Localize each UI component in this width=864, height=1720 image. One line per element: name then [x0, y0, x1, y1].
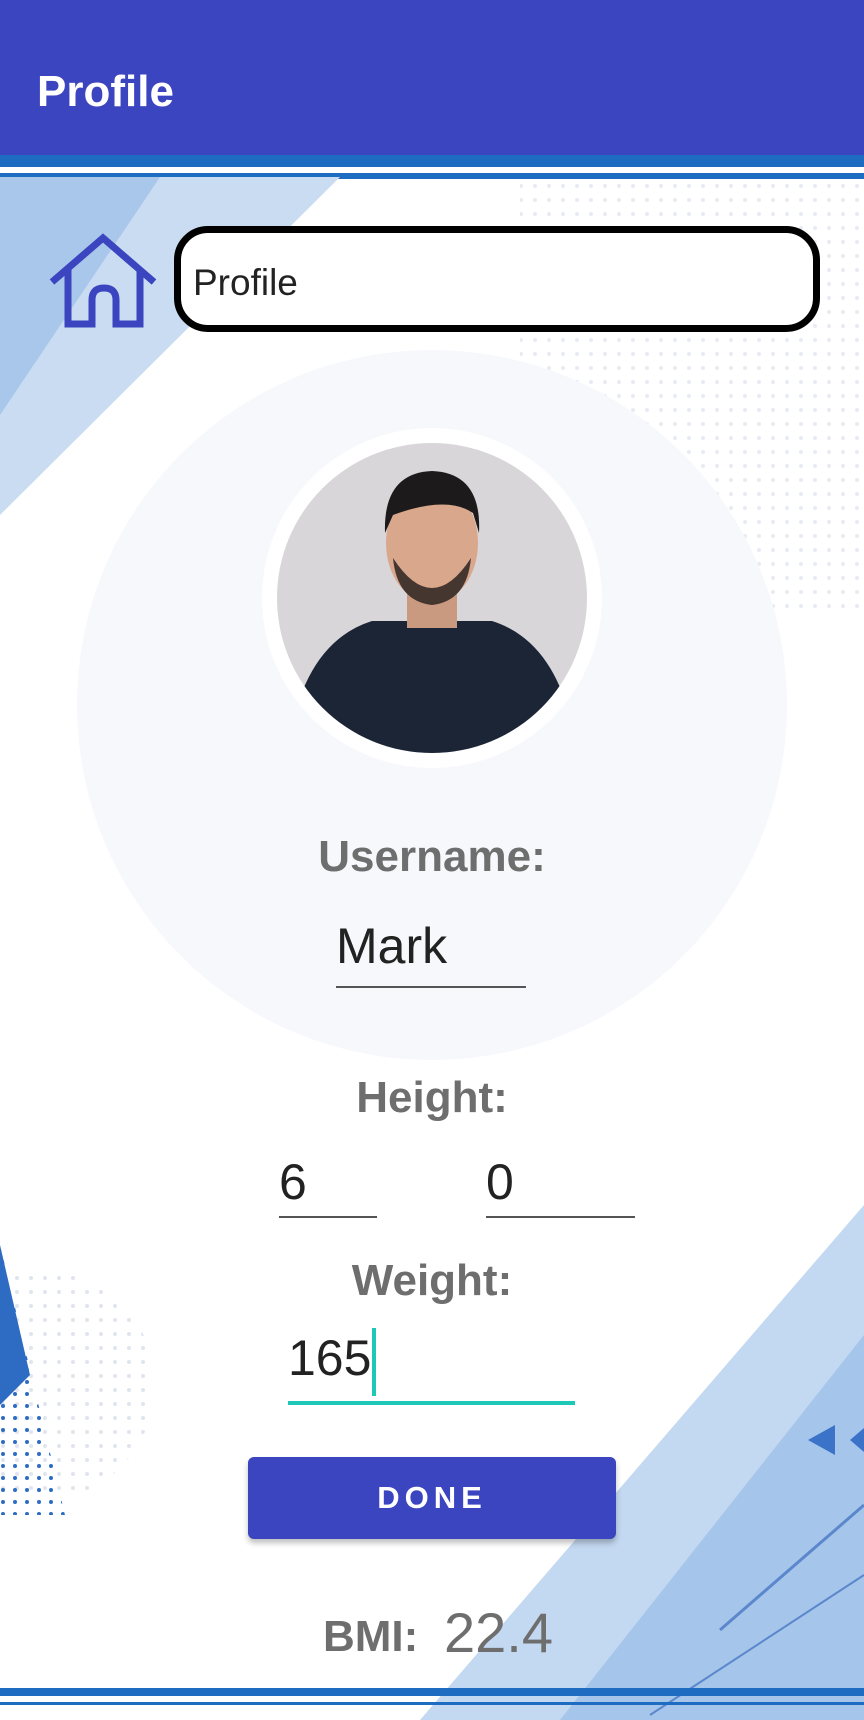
height-label: Height: [356, 1073, 508, 1122]
weight-field[interactable]: 165 [288, 1328, 575, 1405]
page-title-box: Profile [174, 226, 820, 332]
weight-value: 165 [288, 1330, 372, 1386]
bmi-label: BMI: [323, 1612, 419, 1661]
app-bar-title: Profile [37, 67, 174, 116]
home-button[interactable] [48, 232, 158, 332]
page-title: Profile [193, 262, 298, 303]
profile-avatar[interactable] [262, 428, 602, 768]
weight-label: Weight: [351, 1256, 513, 1305]
username-field[interactable]: Mark [336, 916, 526, 988]
app-bar: Profile [0, 0, 864, 155]
height-feet-field[interactable]: 6 [279, 1152, 377, 1218]
height-inches-field[interactable]: 0 [486, 1152, 635, 1218]
profile-photo [277, 443, 587, 753]
username-label: Username: [318, 832, 546, 881]
home-icon [49, 233, 157, 328]
done-button[interactable]: DONE [248, 1457, 616, 1539]
text-caret [372, 1328, 377, 1396]
bmi-value: 22.4 [444, 1601, 553, 1664]
